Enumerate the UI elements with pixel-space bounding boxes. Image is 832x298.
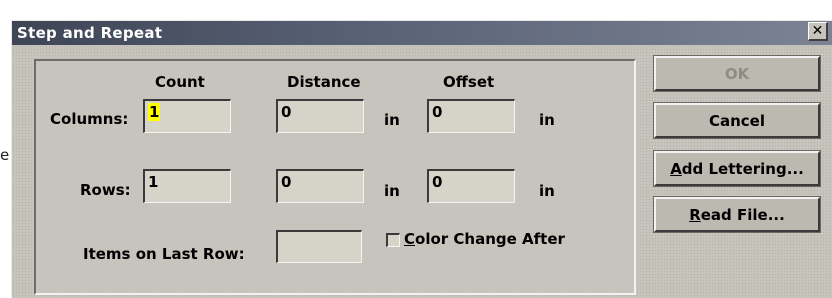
step-and-repeat-dialog: Step and Repeat ✕ Count Distance Offset … bbox=[11, 20, 832, 298]
columns-distance-field[interactable]: 0 bbox=[276, 99, 364, 133]
color-change-label[interactable]: Color Change After bbox=[404, 230, 565, 248]
rows-count-value: 1 bbox=[148, 173, 159, 191]
rows-distance-value: 0 bbox=[281, 173, 292, 191]
cancel-button[interactable]: Cancel bbox=[653, 102, 821, 139]
columns-offset-unit: in bbox=[539, 111, 555, 129]
columns-offset-field[interactable]: 0 bbox=[427, 99, 515, 133]
rows-offset-unit: in bbox=[539, 182, 555, 200]
color-change-checkbox[interactable] bbox=[386, 233, 400, 247]
rows-distance-field[interactable]: 0 bbox=[276, 169, 364, 203]
dialog-title: Step and Repeat bbox=[17, 24, 163, 42]
title-bar[interactable]: Step and Repeat ✕ bbox=[12, 21, 832, 45]
background-text-fragment: e bbox=[0, 146, 10, 164]
columns-distance-unit: in bbox=[384, 111, 400, 129]
read-file-button[interactable]: Read File... bbox=[653, 196, 821, 233]
ok-button[interactable]: OK bbox=[653, 55, 821, 92]
rows-offset-value: 0 bbox=[432, 173, 443, 191]
settings-group: Count Distance Offset Columns: 1 0 in 0 … bbox=[34, 59, 636, 295]
rows-distance-unit: in bbox=[384, 182, 400, 200]
rows-label: Rows: bbox=[80, 181, 131, 199]
columns-count-field[interactable]: 1 bbox=[143, 99, 231, 133]
columns-offset-value: 0 bbox=[432, 103, 443, 121]
items-on-last-row-field[interactable] bbox=[276, 230, 362, 263]
distance-header: Distance bbox=[287, 73, 361, 91]
close-icon: ✕ bbox=[811, 23, 824, 39]
columns-distance-value: 0 bbox=[281, 103, 292, 121]
rows-offset-field[interactable]: 0 bbox=[427, 169, 515, 203]
columns-label: Columns: bbox=[50, 110, 129, 128]
add-lettering-button[interactable]: Add Lettering... bbox=[653, 150, 821, 187]
dialog-client-area: Count Distance Offset Columns: 1 0 in 0 … bbox=[12, 45, 832, 298]
columns-count-value: 1 bbox=[148, 103, 161, 121]
rows-count-field[interactable]: 1 bbox=[143, 169, 231, 203]
offset-header: Offset bbox=[443, 73, 495, 91]
close-button[interactable]: ✕ bbox=[808, 22, 828, 41]
count-header: Count bbox=[155, 73, 205, 91]
items-on-last-row-label: Items on Last Row: bbox=[83, 245, 245, 263]
